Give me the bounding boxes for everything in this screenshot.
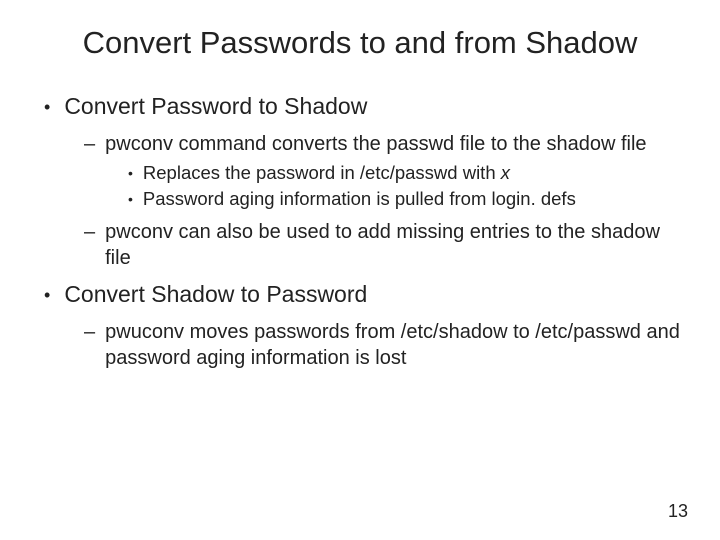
bullet-dash-icon: – xyxy=(84,319,95,371)
bullet-text: pwuconv moves passwords from /etc/shadow… xyxy=(105,319,684,371)
bullet-level3: • Password aging information is pulled f… xyxy=(128,187,684,211)
italic-text: x xyxy=(501,162,510,183)
bullet-text: Replaces the password in /etc/passwd wit… xyxy=(143,161,510,185)
bullet-level2: – pwuconv moves passwords from /etc/shad… xyxy=(84,319,684,371)
bullet-text: pwconv can also be used to add missing e… xyxy=(105,219,684,271)
bullet-level1: • Convert Password to Shadow xyxy=(44,93,684,121)
bullet-level1: • Convert Shadow to Password xyxy=(44,281,684,309)
bullet-text: Convert Shadow to Password xyxy=(64,281,367,309)
bullet-dot-icon: • xyxy=(44,281,50,309)
bullet-dot-icon: • xyxy=(44,93,50,121)
bullet-level2: – pwconv command converts the passwd fil… xyxy=(84,131,684,157)
page-number: 13 xyxy=(668,501,688,522)
bullet-dot-icon: • xyxy=(128,161,133,185)
bullet-text-part: Replaces the password in /etc/passwd wit… xyxy=(143,162,501,183)
bullet-text: Password aging information is pulled fro… xyxy=(143,187,576,211)
bullet-level3: • Replaces the password in /etc/passwd w… xyxy=(128,161,684,185)
bullet-level2: – pwconv can also be used to add missing… xyxy=(84,219,684,271)
slide-title: Convert Passwords to and from Shadow xyxy=(36,24,684,63)
bullet-dash-icon: – xyxy=(84,131,95,157)
bullet-text: Convert Password to Shadow xyxy=(64,93,367,121)
bullet-dot-icon: • xyxy=(128,187,133,211)
bullet-dash-icon: – xyxy=(84,219,95,271)
bullet-text: pwconv command converts the passwd file … xyxy=(105,131,646,157)
